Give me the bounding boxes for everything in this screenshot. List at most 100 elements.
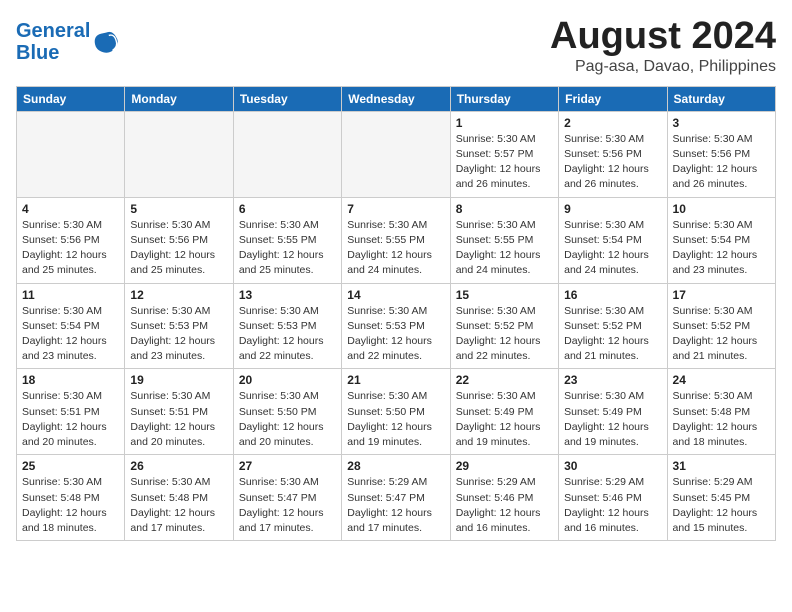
day-info: Sunrise: 5:30 AM Sunset: 5:50 PM Dayligh…: [239, 389, 336, 450]
day-number: 15: [456, 288, 553, 302]
table-row: [125, 111, 233, 197]
day-info: Sunrise: 5:30 AM Sunset: 5:55 PM Dayligh…: [347, 218, 444, 279]
table-row: 22 Sunrise: 5:30 AM Sunset: 5:49 PM Dayli…: [450, 369, 558, 455]
table-row: 7 Sunrise: 5:30 AM Sunset: 5:55 PM Daylig…: [342, 197, 450, 283]
table-row: 13Sunrise: 5:30 AM Sunset: 5:53 PM Dayli…: [233, 283, 341, 369]
table-row: 25 Sunrise: 5:30 AM Sunset: 5:48 PM Dayli…: [17, 455, 125, 541]
day-info: Sunrise: 5:30 AM Sunset: 5:52 PM Dayligh…: [673, 304, 770, 365]
logo-blue: Blue: [16, 42, 59, 64]
day-number: 31: [673, 459, 770, 473]
table-row: 11 Sunrise: 5:30 AM Sunset: 5:54 PM Dayli…: [17, 283, 125, 369]
table-row: 4 Sunrise: 5:30 AM Sunset: 5:56 PM Daylig…: [17, 197, 125, 283]
day-info: Sunrise: 5:30 AM Sunset: 5:54 PM Dayligh…: [673, 218, 770, 279]
day-number: 30: [564, 459, 661, 473]
day-info: Sunrise: 5:30 AM Sunset: 5:49 PM Dayligh…: [456, 389, 553, 450]
logo-text: General Blue: [16, 20, 90, 64]
table-row: 21 Sunrise: 5:30 AM Sunset: 5:50 PM Dayli…: [342, 369, 450, 455]
day-info: Sunrise: 5:30 AM Sunset: 5:48 PM Dayligh…: [22, 475, 119, 536]
table-row: 17Sunrise: 5:30 AM Sunset: 5:52 PM Dayli…: [667, 283, 775, 369]
table-row: 16 Sunrise: 5:30 AM Sunset: 5:52 PM Dayli…: [559, 283, 667, 369]
table-row: 5 Sunrise: 5:30 AM Sunset: 5:56 PM Daylig…: [125, 197, 233, 283]
day-info: Sunrise: 5:30 AM Sunset: 5:48 PM Dayligh…: [130, 475, 227, 536]
day-info: Sunrise: 5:30 AM Sunset: 5:51 PM Dayligh…: [130, 389, 227, 450]
page: General Blue August 2024 Pag-asa, Davao,…: [0, 0, 792, 557]
header: General Blue August 2024 Pag-asa, Davao,…: [16, 16, 776, 76]
table-row: 31 Sunrise: 5:29 AM Sunset: 5:45 PM Dayli…: [667, 455, 775, 541]
day-number: 11: [22, 288, 119, 302]
location: Pag-asa, Davao, Philippines: [550, 58, 776, 76]
col-monday: Monday: [125, 86, 233, 111]
day-info: Sunrise: 5:30 AM Sunset: 5:53 PM Dayligh…: [130, 304, 227, 365]
table-row: 27Sunrise: 5:30 AM Sunset: 5:47 PM Dayli…: [233, 455, 341, 541]
col-tuesday: Tuesday: [233, 86, 341, 111]
table-row: 24 Sunrise: 5:30 AM Sunset: 5:48 PM Dayli…: [667, 369, 775, 455]
calendar-week-row: 1 Sunrise: 5:30 AM Sunset: 5:57 PM Daylig…: [17, 111, 776, 197]
month-title: August 2024: [550, 16, 776, 58]
logo: General Blue: [16, 20, 120, 64]
table-row: 18Sunrise: 5:30 AM Sunset: 5:51 PM Dayli…: [17, 369, 125, 455]
logo-general: General: [16, 20, 90, 42]
day-info: Sunrise: 5:30 AM Sunset: 5:56 PM Dayligh…: [130, 218, 227, 279]
col-friday: Friday: [559, 86, 667, 111]
day-number: 16: [564, 288, 661, 302]
day-info: Sunrise: 5:29 AM Sunset: 5:46 PM Dayligh…: [564, 475, 661, 536]
day-info: Sunrise: 5:30 AM Sunset: 5:48 PM Dayligh…: [673, 389, 770, 450]
table-row: [17, 111, 125, 197]
day-info: Sunrise: 5:30 AM Sunset: 5:52 PM Dayligh…: [564, 304, 661, 365]
col-sunday: Sunday: [17, 86, 125, 111]
day-number: 24: [673, 373, 770, 387]
table-row: 8 Sunrise: 5:30 AM Sunset: 5:55 PM Daylig…: [450, 197, 558, 283]
table-row: 20Sunrise: 5:30 AM Sunset: 5:50 PM Dayli…: [233, 369, 341, 455]
day-number: 4: [22, 202, 119, 216]
table-row: 14Sunrise: 5:30 AM Sunset: 5:53 PM Dayli…: [342, 283, 450, 369]
calendar-header-row: Sunday Monday Tuesday Wednesday Thursday…: [17, 86, 776, 111]
day-info: Sunrise: 5:29 AM Sunset: 5:46 PM Dayligh…: [456, 475, 553, 536]
table-row: 29Sunrise: 5:29 AM Sunset: 5:46 PM Dayli…: [450, 455, 558, 541]
day-number: 6: [239, 202, 336, 216]
day-number: 14: [347, 288, 444, 302]
day-number: 21: [347, 373, 444, 387]
day-info: Sunrise: 5:30 AM Sunset: 5:55 PM Dayligh…: [456, 218, 553, 279]
day-number: 23: [564, 373, 661, 387]
day-number: 12: [130, 288, 227, 302]
day-number: 9: [564, 202, 661, 216]
day-number: 26: [130, 459, 227, 473]
col-thursday: Thursday: [450, 86, 558, 111]
table-row: 12 Sunrise: 5:30 AM Sunset: 5:53 PM Dayli…: [125, 283, 233, 369]
day-info: Sunrise: 5:30 AM Sunset: 5:56 PM Dayligh…: [673, 132, 770, 193]
table-row: 6 Sunrise: 5:30 AM Sunset: 5:55 PM Daylig…: [233, 197, 341, 283]
day-info: Sunrise: 5:30 AM Sunset: 5:54 PM Dayligh…: [22, 304, 119, 365]
day-info: Sunrise: 5:30 AM Sunset: 5:49 PM Dayligh…: [564, 389, 661, 450]
day-number: 1: [456, 116, 553, 130]
day-number: 27: [239, 459, 336, 473]
day-number: 8: [456, 202, 553, 216]
day-info: Sunrise: 5:30 AM Sunset: 5:50 PM Dayligh…: [347, 389, 444, 450]
title-block: August 2024 Pag-asa, Davao, Philippines: [550, 16, 776, 76]
day-number: 25: [22, 459, 119, 473]
day-info: Sunrise: 5:29 AM Sunset: 5:45 PM Dayligh…: [673, 475, 770, 536]
day-info: Sunrise: 5:30 AM Sunset: 5:56 PM Dayligh…: [564, 132, 661, 193]
col-saturday: Saturday: [667, 86, 775, 111]
logo-icon: [92, 28, 120, 56]
day-number: 28: [347, 459, 444, 473]
calendar-table: Sunday Monday Tuesday Wednesday Thursday…: [16, 86, 776, 541]
calendar-week-row: 25 Sunrise: 5:30 AM Sunset: 5:48 PM Dayli…: [17, 455, 776, 541]
day-info: Sunrise: 5:30 AM Sunset: 5:57 PM Dayligh…: [456, 132, 553, 193]
table-row: 10 Sunrise: 5:30 AM Sunset: 5:54 PM Dayli…: [667, 197, 775, 283]
calendar-week-row: 4 Sunrise: 5:30 AM Sunset: 5:56 PM Daylig…: [17, 197, 776, 283]
day-number: 22: [456, 373, 553, 387]
table-row: 2Sunrise: 5:30 AM Sunset: 5:56 PM Daylig…: [559, 111, 667, 197]
day-info: Sunrise: 5:30 AM Sunset: 5:52 PM Dayligh…: [456, 304, 553, 365]
table-row: 9Sunrise: 5:30 AM Sunset: 5:54 PM Daylig…: [559, 197, 667, 283]
day-number: 5: [130, 202, 227, 216]
col-wednesday: Wednesday: [342, 86, 450, 111]
day-info: Sunrise: 5:30 AM Sunset: 5:56 PM Dayligh…: [22, 218, 119, 279]
table-row: 3Sunrise: 5:30 AM Sunset: 5:56 PM Daylig…: [667, 111, 775, 197]
calendar-week-row: 11 Sunrise: 5:30 AM Sunset: 5:54 PM Dayli…: [17, 283, 776, 369]
day-info: Sunrise: 5:30 AM Sunset: 5:55 PM Dayligh…: [239, 218, 336, 279]
day-number: 18: [22, 373, 119, 387]
table-row: [342, 111, 450, 197]
table-row: 15 Sunrise: 5:30 AM Sunset: 5:52 PM Dayli…: [450, 283, 558, 369]
day-number: 7: [347, 202, 444, 216]
day-number: 10: [673, 202, 770, 216]
